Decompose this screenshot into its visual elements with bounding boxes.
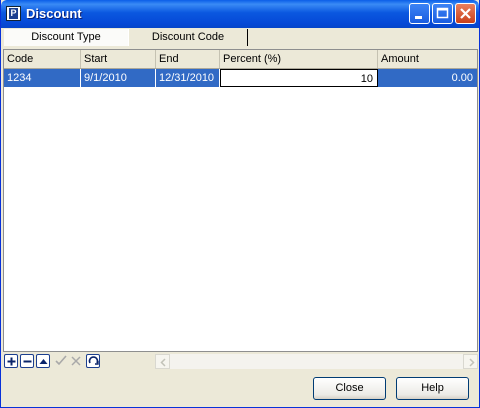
cell-code[interactable]: 1234: [4, 69, 81, 87]
add-icon: [7, 357, 16, 366]
tab-discount-code[interactable]: Discount Code: [129, 29, 248, 46]
table-row[interactable]: 1234 9/1/2010 12/31/2010 10 0.00: [4, 69, 477, 87]
discount-grid[interactable]: Code Start End Percent (%) Amount 1234 9…: [3, 49, 478, 352]
maximize-button[interactable]: [432, 3, 453, 24]
scroll-right-button[interactable]: [463, 354, 478, 369]
post-icon: [55, 355, 67, 366]
post-record-button[interactable]: [54, 354, 68, 368]
horizontal-scrollbar[interactable]: [155, 354, 478, 369]
delete-record-button[interactable]: [20, 354, 34, 368]
move-up-icon: [39, 359, 48, 364]
add-record-button[interactable]: [4, 354, 18, 368]
column-header-start[interactable]: Start: [81, 50, 156, 68]
chevron-left-icon: [160, 358, 166, 367]
minimize-button[interactable]: [409, 3, 430, 24]
db-navigator: [3, 352, 478, 370]
minimize-icon: [415, 16, 422, 19]
grid-header: Code Start End Percent (%) Amount: [4, 50, 477, 69]
column-header-percent[interactable]: Percent (%): [220, 50, 378, 68]
discount-window: P Discount Discount Type Discount Code C…: [0, 0, 480, 408]
close-icon: [460, 8, 471, 19]
move-up-button[interactable]: [36, 354, 50, 368]
chevron-right-icon: [469, 358, 475, 367]
cancel-edit-button[interactable]: [69, 354, 83, 368]
cancel-icon: [71, 356, 81, 366]
scroll-left-button[interactable]: [155, 354, 170, 369]
cell-amount[interactable]: 0.00: [378, 69, 477, 87]
percent-input[interactable]: 10: [220, 69, 378, 87]
tab-discount-type[interactable]: Discount Type: [4, 29, 129, 46]
refresh-button[interactable]: [86, 354, 100, 368]
maximize-icon: [436, 7, 449, 19]
close-window-button[interactable]: [455, 3, 476, 24]
delete-icon: [23, 360, 32, 363]
tab-strip: Discount Type Discount Code: [4, 29, 478, 46]
refresh-icon: [88, 356, 99, 365]
column-header-amount[interactable]: Amount: [378, 50, 477, 68]
help-button[interactable]: Help: [396, 377, 469, 400]
title-bar[interactable]: P Discount: [1, 0, 479, 28]
window-title: Discount: [26, 6, 82, 21]
app-icon: P: [6, 6, 21, 21]
column-header-end[interactable]: End: [156, 50, 220, 68]
cell-start[interactable]: 9/1/2010: [81, 69, 156, 87]
column-header-code[interactable]: Code: [4, 50, 81, 68]
close-button[interactable]: Close: [313, 377, 386, 400]
cell-end[interactable]: 12/31/2010: [156, 69, 220, 87]
